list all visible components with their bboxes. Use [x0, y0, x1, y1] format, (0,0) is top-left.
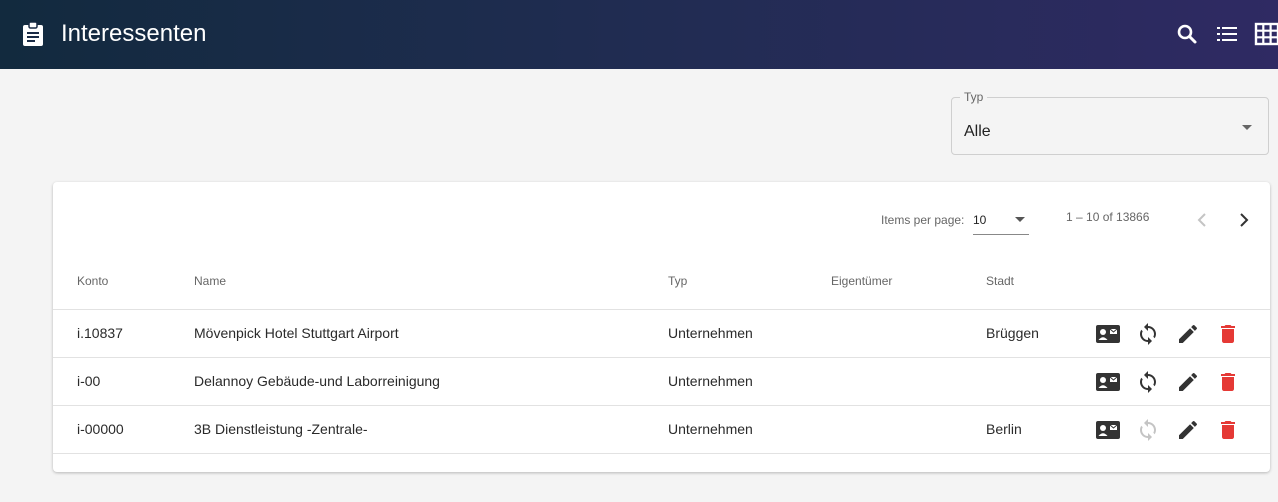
chevron-down-icon	[1015, 217, 1025, 222]
column-header-eigentuemer[interactable]: Eigentümer	[831, 274, 892, 288]
cell-name: 3B Dienstleistung -Zentrale-	[194, 421, 368, 437]
cell-typ: Unternehmen	[668, 325, 753, 341]
typ-select-value: Alle	[964, 123, 991, 140]
table-row[interactable]: i-00000 3B Dienstleistung -Zentrale- Unt…	[53, 405, 1270, 454]
cell-konto: i-00	[77, 373, 101, 389]
grid-view-icon[interactable]	[1254, 22, 1278, 46]
cell-name: Delannoy Gebäude-und Laborreinigung	[194, 373, 440, 389]
items-per-page-value: 10	[973, 213, 987, 227]
chevron-down-icon	[1242, 125, 1252, 130]
list-view-icon[interactable]	[1215, 22, 1239, 46]
table-row[interactable]	[53, 453, 1270, 502]
top-app-bar: Interessenten	[0, 0, 1278, 69]
sync-icon-disabled	[1140, 419, 1156, 441]
delete-icon[interactable]	[1216, 322, 1240, 346]
contact-card-icon[interactable]	[1096, 370, 1120, 394]
pagination-range: 1 – 10 of 13866	[1066, 210, 1150, 224]
table-row[interactable]: i.10837 Mövenpick Hotel Stuttgart Airpor…	[53, 309, 1270, 358]
cell-stadt: Brüggen	[986, 325, 1039, 341]
typ-select[interactable]: Typ Alle	[951, 90, 1269, 155]
clipboard-icon	[23, 22, 43, 46]
edit-icon[interactable]	[1176, 322, 1200, 346]
delete-icon[interactable]	[1216, 370, 1240, 394]
cell-konto: i.10837	[77, 325, 123, 341]
page-title: Interessenten	[61, 20, 207, 47]
cell-typ: Unternehmen	[668, 421, 753, 437]
cell-name: Mövenpick Hotel Stuttgart Airport	[194, 325, 399, 341]
contact-card-icon[interactable]	[1096, 418, 1120, 442]
items-per-page-label: Items per page:	[881, 213, 965, 227]
sync-icon[interactable]	[1136, 322, 1160, 346]
previous-page-icon[interactable]	[1191, 208, 1215, 232]
table-card: Items per page: 10 1 – 10 of 13866 Konto…	[53, 182, 1270, 472]
column-header-konto[interactable]: Konto	[77, 274, 108, 288]
cell-typ: Unternehmen	[668, 373, 753, 389]
edit-icon[interactable]	[1176, 418, 1200, 442]
search-icon[interactable]	[1175, 22, 1199, 46]
column-header-typ[interactable]: Typ	[668, 274, 687, 288]
sync-icon[interactable]	[1136, 370, 1160, 394]
typ-select-label: Typ	[960, 90, 988, 104]
edit-icon[interactable]	[1176, 370, 1200, 394]
next-page-icon[interactable]	[1231, 208, 1255, 232]
items-per-page-select[interactable]: 10	[973, 208, 1029, 235]
column-header-name[interactable]: Name	[194, 274, 226, 288]
cell-konto: i-00000	[77, 421, 124, 437]
delete-icon[interactable]	[1216, 418, 1240, 442]
table-row[interactable]: i-00 Delannoy Gebäude-und Laborreinigung…	[53, 357, 1270, 406]
contact-card-icon[interactable]	[1096, 322, 1120, 346]
column-header-stadt[interactable]: Stadt	[986, 274, 1014, 288]
cell-stadt: Berlin	[986, 421, 1022, 437]
